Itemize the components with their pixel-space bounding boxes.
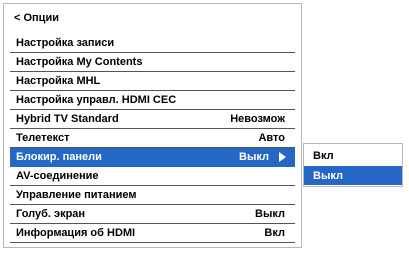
menu-item-value: Вкл — [264, 227, 285, 239]
menu-item-label: AV-соединение — [16, 170, 99, 182]
submenu-option-label: Выкл — [313, 170, 343, 182]
chevron-right-icon — [279, 152, 286, 162]
menu-item-label: Телетекст — [16, 132, 70, 144]
menu-item-value: Невозмож — [230, 113, 285, 125]
submenu-option-label: Вкл — [313, 150, 334, 162]
menu-item-recording-settings[interactable]: Настройка записи — [10, 34, 295, 53]
menu-item-av-connection[interactable]: AV-соединение — [10, 167, 295, 186]
menu-item-hdmi-information[interactable]: Информация об HDMI Вкл — [10, 224, 295, 243]
menu-item-hdmi-cec-settings[interactable]: Настройка управл. HDMI CEC — [10, 91, 295, 110]
menu-item-label: Управление питанием — [16, 189, 137, 201]
menu-item-blue-screen[interactable]: Голуб. экран Выкл — [10, 205, 295, 224]
menu-item-label: Настройка My Contents — [16, 56, 143, 68]
menu-item-value: Выкл — [239, 151, 269, 163]
menu-item-label: Настройка записи — [16, 37, 115, 49]
menu-item-hybrid-tv-standard[interactable]: Hybrid TV Standard Невозмож — [10, 110, 295, 129]
menu-item-value: Авто — [258, 132, 285, 144]
submenu-option-off[interactable]: Выкл — [304, 166, 402, 185]
menu-item-my-contents-settings[interactable]: Настройка My Contents — [10, 53, 295, 72]
submenu-option-on[interactable]: Вкл — [304, 146, 402, 165]
menu-item-label: Голуб. экран — [16, 208, 86, 220]
menu-item-teletext[interactable]: Телетекст Авто — [10, 129, 295, 148]
menu-item-label: Блокир. панели — [16, 151, 102, 163]
menu-item-label: Информация об HDMI — [16, 227, 136, 239]
menu-item-label: Hybrid TV Standard — [16, 113, 119, 125]
menu-title-back[interactable]: < Опции — [14, 12, 59, 24]
options-menu: < Опции Настройка записи Настройка My Co… — [3, 3, 302, 248]
menu-item-mhl-settings[interactable]: Настройка MHL — [10, 72, 295, 91]
options-list: Настройка записи Настройка My Contents Н… — [10, 34, 295, 243]
menu-item-power-management[interactable]: Управление питанием — [10, 186, 295, 205]
menu-item-value: Выкл — [255, 208, 285, 220]
menu-item-panel-lock[interactable]: Блокир. панели Выкл — [10, 148, 295, 167]
menu-item-label: Настройка MHL — [16, 75, 101, 87]
panel-lock-submenu: Вкл Выкл — [303, 143, 403, 187]
menu-item-label: Настройка управл. HDMI CEC — [16, 94, 177, 106]
